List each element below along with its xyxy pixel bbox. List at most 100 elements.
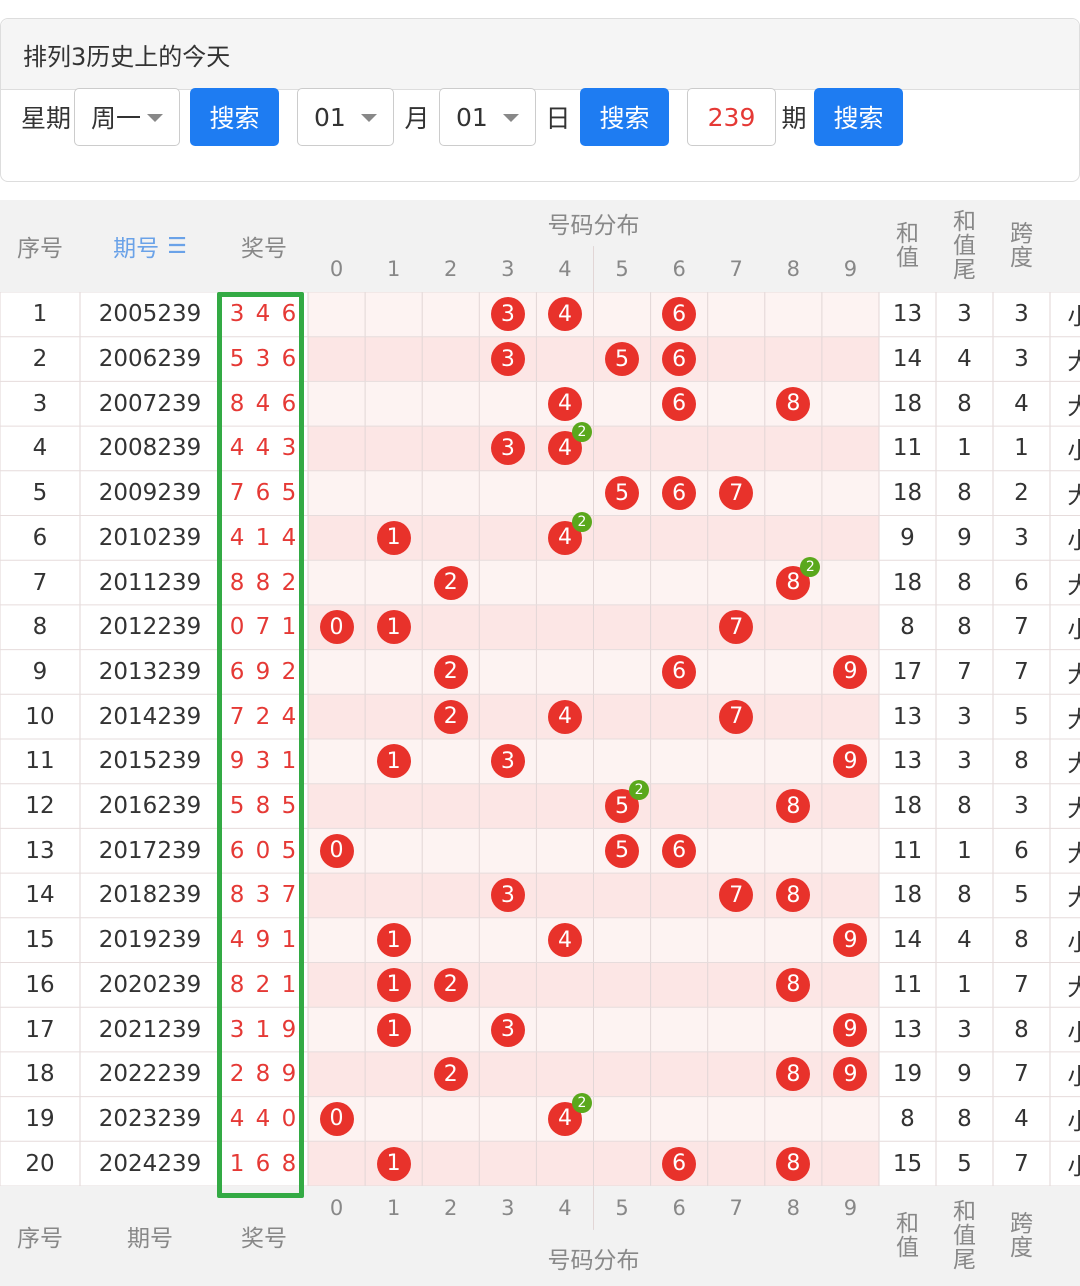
row-size-tag: 小: [1067, 617, 1080, 644]
row-award: 5 3 6: [229, 346, 299, 373]
date-search-button[interactable]: 搜索: [580, 88, 669, 146]
month-select[interactable]: 01: [297, 88, 394, 146]
row-sum-tail: 3: [957, 703, 972, 730]
row-size-tag: 小: [1067, 527, 1080, 554]
number-ball: 0: [319, 833, 354, 868]
day-select-value: 01: [456, 102, 488, 132]
footer-digit-2: 2: [422, 1186, 480, 1230]
row-sum-tail: 8: [957, 569, 972, 596]
row-period: 2009239: [98, 480, 202, 507]
row-award: 7 2 4: [229, 703, 299, 730]
row-size-tag: 大: [1067, 483, 1080, 510]
row-award: 5 8 5: [229, 793, 299, 820]
row-size-tag: 大: [1067, 706, 1080, 733]
row-period: 2008239: [98, 435, 202, 462]
number-ball: 4: [547, 923, 582, 958]
row-span: 3: [1014, 301, 1029, 328]
header-digit-1: 1: [365, 246, 423, 292]
number-ball: 9: [833, 1012, 868, 1047]
number-ball: 5: [605, 476, 640, 511]
row-sum: 9: [900, 524, 915, 551]
double-badge: 2: [571, 511, 592, 532]
weekday-select[interactable]: 周一: [74, 88, 180, 146]
number-ball: 6: [662, 1146, 697, 1181]
header-digit-6: 6: [650, 246, 708, 292]
header-digit-0: 0: [308, 246, 366, 292]
day-label: 日: [545, 104, 571, 133]
row-period: 2007239: [98, 390, 202, 417]
row-period: 2015239: [98, 748, 202, 775]
row-sum: 14: [892, 346, 923, 373]
header-digit-9: 9: [821, 246, 879, 292]
row-span: 3: [1014, 346, 1029, 373]
footer-digit-5: 5: [593, 1186, 651, 1230]
number-ball: 8: [776, 967, 811, 1002]
row-sum: 13: [892, 748, 923, 775]
period-input[interactable]: 239: [687, 88, 776, 146]
row-sum: 17: [892, 658, 923, 685]
row-size-tag: 小: [1067, 304, 1080, 331]
row-index: 11: [25, 748, 55, 775]
number-ball: 1: [376, 520, 411, 555]
row-size-tag: 大: [1067, 840, 1080, 867]
header-digit-8: 8: [764, 246, 822, 292]
row-index: 4: [32, 435, 48, 462]
double-badge: 2: [800, 556, 821, 577]
row-period: 2021239: [98, 1016, 202, 1043]
number-ball: 6: [662, 342, 697, 377]
weekday-label: 星期: [20, 104, 71, 133]
row-sum: 14: [892, 927, 923, 954]
row-index: 16: [25, 971, 55, 998]
row-size-tag: 大: [1067, 974, 1080, 1001]
row-size-tag: 小: [1067, 1108, 1080, 1135]
period-label: 期: [781, 104, 807, 133]
history-table: 序号 期号 ☰ 奖号 号码分布 和值 和值尾 跨度 1 2005239 3 4 61…: [0, 200, 1080, 1286]
row-award: 6 0 5: [229, 837, 299, 864]
row-award: 2 8 9: [229, 1061, 299, 1088]
header-sum-tail: 和值尾: [936, 200, 993, 292]
row-index: 1: [32, 301, 48, 328]
weekday-search-button[interactable]: 搜索: [190, 88, 279, 146]
row-award: 4 4 3: [229, 435, 299, 462]
row-span: 6: [1014, 569, 1029, 596]
row-index: 14: [25, 882, 55, 909]
row-span: 4: [1014, 1105, 1029, 1132]
row-sum: 15: [892, 1150, 923, 1177]
period-search-button[interactable]: 搜索: [814, 88, 903, 146]
footer-span: 跨度: [993, 1186, 1050, 1286]
row-size-tag: 小: [1067, 1064, 1080, 1091]
row-period: 2016239: [98, 793, 202, 820]
header-digit-2: 2: [422, 246, 480, 292]
footer-digit-8: 8: [764, 1186, 822, 1230]
row-period: 2014239: [98, 703, 202, 730]
row-span: 7: [1014, 658, 1029, 685]
row-sum: 13: [892, 301, 923, 328]
row-award: 3 4 6: [229, 301, 299, 328]
row-index: 9: [32, 658, 48, 685]
row-size-tag: 大: [1067, 751, 1080, 778]
row-sum: 18: [892, 480, 923, 507]
row-award: 9 3 1: [229, 748, 299, 775]
row-span: 8: [1014, 1016, 1029, 1043]
row-size-tag: 大: [1067, 796, 1080, 823]
header-digit-7: 7: [707, 246, 765, 292]
row-sum-tail: 4: [957, 927, 972, 954]
double-badge: 2: [629, 780, 650, 801]
footer-period-label: 期号: [127, 1226, 173, 1252]
row-sum-tail: 8: [957, 882, 972, 909]
header-distribution: 号码分布: [308, 200, 879, 246]
sort-icon[interactable]: ☰: [167, 234, 187, 259]
row-sum: 11: [892, 435, 923, 462]
header-digit-4: 4: [536, 246, 594, 292]
day-select[interactable]: 01: [439, 88, 536, 146]
number-ball: 6: [662, 654, 697, 689]
row-span: 3: [1014, 524, 1029, 551]
footer-period: 期号: [80, 1186, 220, 1286]
footer-sum: 和值: [879, 1186, 936, 1286]
chevron-down-icon: [361, 114, 377, 122]
header-period[interactable]: 期号 ☰: [80, 200, 220, 292]
number-ball: 1: [376, 923, 411, 958]
row-index: 7: [32, 569, 48, 596]
row-sum-tail: 8: [957, 390, 972, 417]
row-period: 2024239: [98, 1150, 202, 1177]
